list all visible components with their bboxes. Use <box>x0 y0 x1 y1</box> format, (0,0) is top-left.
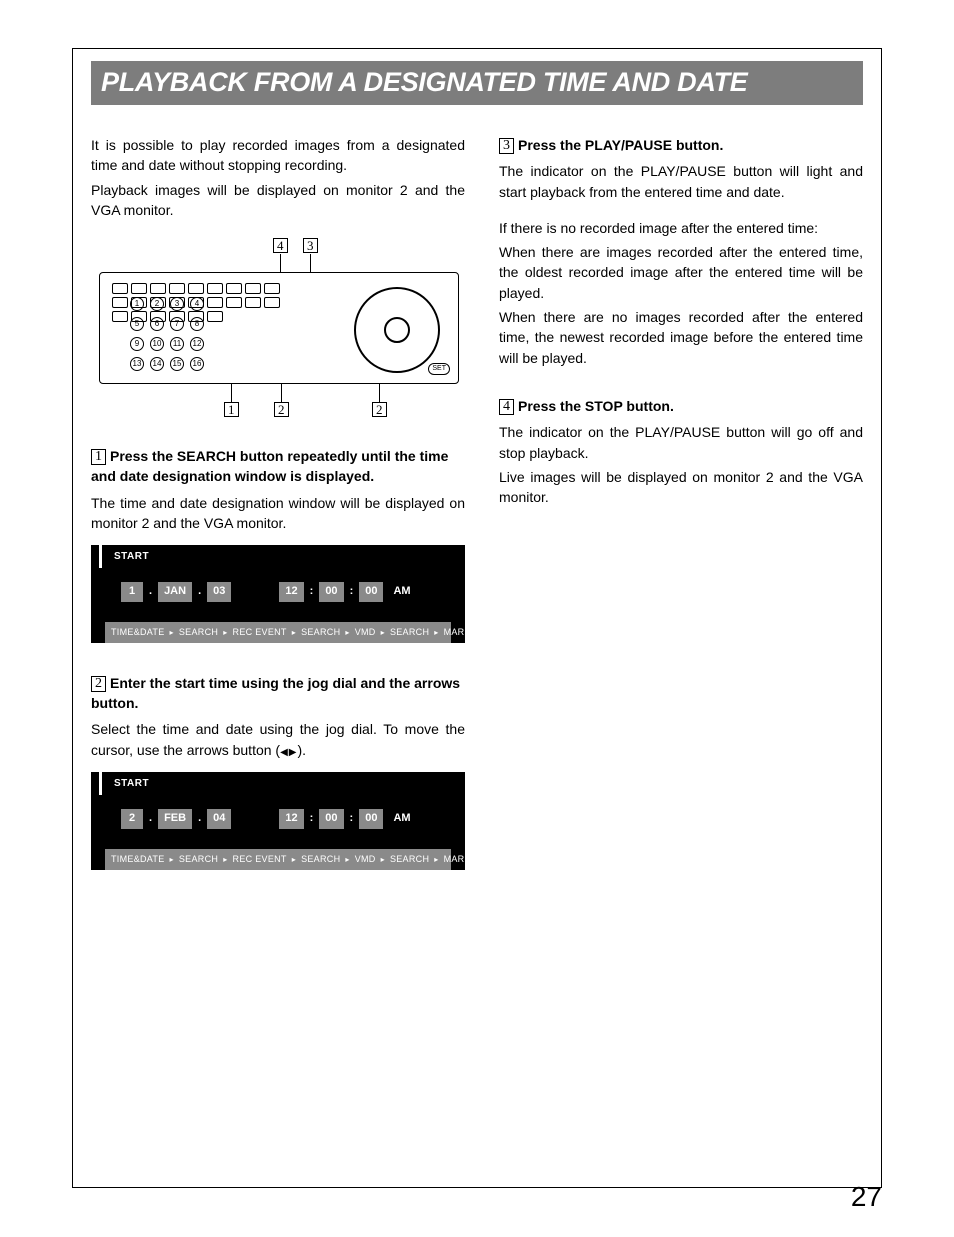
panel-time-row: 2 FEB 04 12 : 00 : 00 AM <box>91 795 465 849</box>
start-panel: START 2 FEB 04 12 : 00 : 00 AM TIM <box>91 772 465 869</box>
callout-line <box>231 384 232 402</box>
step-body: When there are images recorded after the… <box>499 242 863 303</box>
device-number-circle: 6 <box>150 317 164 331</box>
device-number-circle: 8 <box>190 317 204 331</box>
step-body: The time and date designation window wil… <box>91 493 465 534</box>
device-number-circle: 11 <box>170 337 184 351</box>
panel-title: START <box>99 772 465 795</box>
device-number-circle: 9 <box>130 337 144 351</box>
time-ampm: AM <box>387 584 410 600</box>
footer-item: REC EVENT <box>233 853 287 866</box>
step-body-text: ). <box>297 742 306 758</box>
step-heading: 1Press the SEARCH button repeatedly unti… <box>91 446 465 487</box>
device-number-circle: 5 <box>130 317 144 331</box>
step-heading: 2Enter the start time using the jog dial… <box>91 673 465 714</box>
callout-box: 3 <box>303 238 318 253</box>
time-ss: 00 <box>359 582 383 602</box>
time-mm: 00 <box>319 582 343 602</box>
right-column: 3Press the PLAY/PAUSE button. The indica… <box>499 135 863 900</box>
callout-box: 4 <box>273 238 288 253</box>
footer-item: TIME&DATE <box>111 853 165 866</box>
left-column: It is possible to play recorded images f… <box>91 135 465 900</box>
footer-item: SEARCH <box>179 626 218 639</box>
arrows-icon <box>280 742 297 758</box>
step-heading: 4Press the STOP button. <box>499 396 863 416</box>
step-number-box: 3 <box>499 138 514 154</box>
footer-item: SEARCH <box>390 853 429 866</box>
intro-paragraph: It is possible to play recorded images f… <box>91 135 465 176</box>
date-year: 03 <box>207 582 231 602</box>
device-number-circle: 10 <box>150 337 164 351</box>
callout-box: 1 <box>224 402 239 417</box>
step-number-box: 4 <box>499 399 514 415</box>
time-ss: 00 <box>359 809 383 829</box>
step-number-box: 1 <box>91 449 106 465</box>
device-diagram: 4 3 <box>91 238 465 418</box>
callout-line <box>379 384 380 402</box>
panel-time-row: 1 JAN 03 12 : 00 : 00 AM <box>91 568 465 622</box>
time-mm: 00 <box>319 809 343 829</box>
device-number-circle: 13 <box>130 357 144 371</box>
step-body: Live images will be displayed on monitor… <box>499 467 863 508</box>
footer-item: SEARCH <box>301 853 340 866</box>
callout-line <box>310 254 311 272</box>
step-heading: 3Press the PLAY/PAUSE button. <box>499 135 863 155</box>
step-body: The indicator on the PLAY/PAUSE button w… <box>499 422 863 463</box>
step-body: The indicator on the PLAY/PAUSE button w… <box>499 161 863 202</box>
footer-item: SEARCH <box>390 626 429 639</box>
time-hh: 12 <box>279 582 303 602</box>
panel-footer: TIME&DATE SEARCH REC EVENT SEARCH VMD SE… <box>105 849 451 870</box>
section-title: PLAYBACK FROM A DESIGNATED TIME AND DATE <box>91 61 863 105</box>
footer-item: SEARCH <box>179 853 218 866</box>
step-body: When there are no images recorded after … <box>499 307 863 368</box>
footer-item: VMD <box>355 853 376 866</box>
step-number-box: 2 <box>91 676 106 692</box>
step-title: Press the SEARCH button repeatedly until… <box>91 448 448 484</box>
colon: : <box>308 811 316 827</box>
step-title: Enter the start time using the jog dial … <box>91 675 460 711</box>
panel-title: START <box>99 545 465 568</box>
start-panel: START 1 JAN 03 12 : 00 : 00 AM TIM <box>91 545 465 642</box>
step-body: Select the time and date using the jog d… <box>91 719 465 760</box>
time-hh: 12 <box>279 809 303 829</box>
callout-line <box>280 254 281 272</box>
device-body: 1 2 3 4 5 6 7 8 9 10 11 12 13 <box>99 272 459 384</box>
callout-line <box>281 384 282 402</box>
footer-item: MARK <box>444 626 471 639</box>
step-title: Press the PLAY/PAUSE button. <box>518 137 723 153</box>
callout-box: 2 <box>274 402 289 417</box>
page-number: 27 <box>851 1181 882 1213</box>
step-body-text: Select the time and date using the jog d… <box>91 721 465 757</box>
step-body: If there is no recorded image after the … <box>499 218 863 238</box>
footer-item: REC EVENT <box>233 626 287 639</box>
date-day: 1 <box>121 582 143 602</box>
date-month: JAN <box>158 582 192 602</box>
date-day: 2 <box>121 809 143 829</box>
footer-item: SEARCH <box>301 626 340 639</box>
device-number-circle: 12 <box>190 337 204 351</box>
device-number-circle: 14 <box>150 357 164 371</box>
step-title: Press the STOP button. <box>518 398 674 414</box>
footer-item: VMD <box>355 626 376 639</box>
footer-item: TIME&DATE <box>111 626 165 639</box>
time-ampm: AM <box>387 811 410 827</box>
date-month: FEB <box>158 809 192 829</box>
panel-footer: TIME&DATE SEARCH REC EVENT SEARCH VMD SE… <box>105 622 451 643</box>
device-number-circle: 7 <box>170 317 184 331</box>
date-year: 04 <box>207 809 231 829</box>
device-set-label: SET <box>428 363 450 375</box>
callout-box: 2 <box>372 402 387 417</box>
footer-item: MARK <box>444 853 471 866</box>
colon: : <box>308 584 316 600</box>
intro-paragraph: Playback images will be displayed on mon… <box>91 180 465 221</box>
colon: : <box>348 811 356 827</box>
device-number-circle: 16 <box>190 357 204 371</box>
colon: : <box>348 584 356 600</box>
device-number-circle: 15 <box>170 357 184 371</box>
